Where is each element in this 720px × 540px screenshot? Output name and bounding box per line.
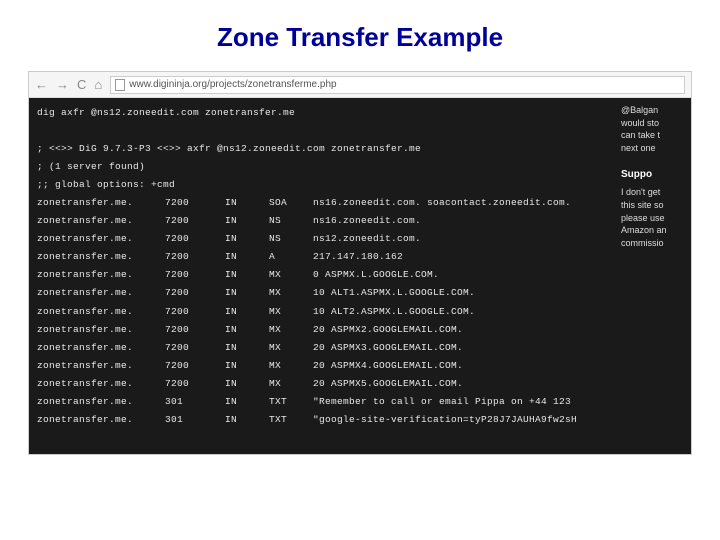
page-content: dig axfr @ns12.zoneedit.com zonetransfer… (29, 98, 691, 454)
sidebar-blurb: @Balganwould stocan take tnext one (621, 104, 687, 154)
sidebar-paragraph: I don't getthis site soplease useAmazon … (621, 186, 687, 249)
terminal-command: dig axfr @ns12.zoneedit.com zonetransfer… (37, 104, 609, 122)
browser-toolbar: ← → C ⌂ www.digininja.org/projects/zonet… (29, 72, 691, 98)
page-icon (115, 79, 125, 91)
dns-record: zonetransfer.me.7200INNSns12.zoneedit.co… (37, 230, 609, 248)
reload-icon[interactable]: C (77, 78, 86, 91)
dns-record: zonetransfer.me.7200INMX0 ASPMX.L.GOOGLE… (37, 266, 609, 284)
dns-record: zonetransfer.me.7200INMX10 ALT2.ASPMX.L.… (37, 303, 609, 321)
terminal-comment: ;; global options: +cmd (37, 176, 609, 194)
dns-record: zonetransfer.me.7200INMX20 ASPMX2.GOOGLE… (37, 321, 609, 339)
terminal-comment: ; (1 server found) (37, 158, 609, 176)
terminal-blank (37, 122, 609, 140)
terminal-comment: ; <<>> DiG 9.7.3-P3 <<>> axfr @ns12.zone… (37, 140, 609, 158)
sidebar-heading: Suppo (621, 168, 687, 182)
slide-title: Zone Transfer Example (0, 0, 720, 71)
home-icon[interactable]: ⌂ (94, 78, 102, 91)
dns-record: zonetransfer.me.7200INMX20 ASPMX5.GOOGLE… (37, 375, 609, 393)
sidebar: @Balganwould stocan take tnext one Suppo… (617, 98, 691, 454)
url-text: www.digininja.org/projects/zonetransferm… (129, 79, 336, 90)
browser-window: ← → C ⌂ www.digininja.org/projects/zonet… (28, 71, 692, 455)
dns-record: zonetransfer.me.7200INMX10 ALT1.ASPMX.L.… (37, 284, 609, 302)
terminal-output: dig axfr @ns12.zoneedit.com zonetransfer… (29, 98, 617, 454)
back-icon[interactable]: ← (35, 78, 48, 91)
dns-record: zonetransfer.me.301INTXT"Remember to cal… (37, 393, 609, 411)
dns-record: zonetransfer.me.7200INNSns16.zoneedit.co… (37, 212, 609, 230)
forward-icon[interactable]: → (56, 78, 69, 91)
dns-record: zonetransfer.me.7200INA217.147.180.162 (37, 248, 609, 266)
dns-record: zonetransfer.me.301INTXT"google-site-ver… (37, 411, 609, 429)
dns-record: zonetransfer.me.7200INMX20 ASPMX3.GOOGLE… (37, 339, 609, 357)
dns-record: zonetransfer.me.7200INSOAns16.zoneedit.c… (37, 194, 609, 212)
dns-record: zonetransfer.me.7200INMX20 ASPMX4.GOOGLE… (37, 357, 609, 375)
url-bar[interactable]: www.digininja.org/projects/zonetransferm… (110, 76, 685, 94)
